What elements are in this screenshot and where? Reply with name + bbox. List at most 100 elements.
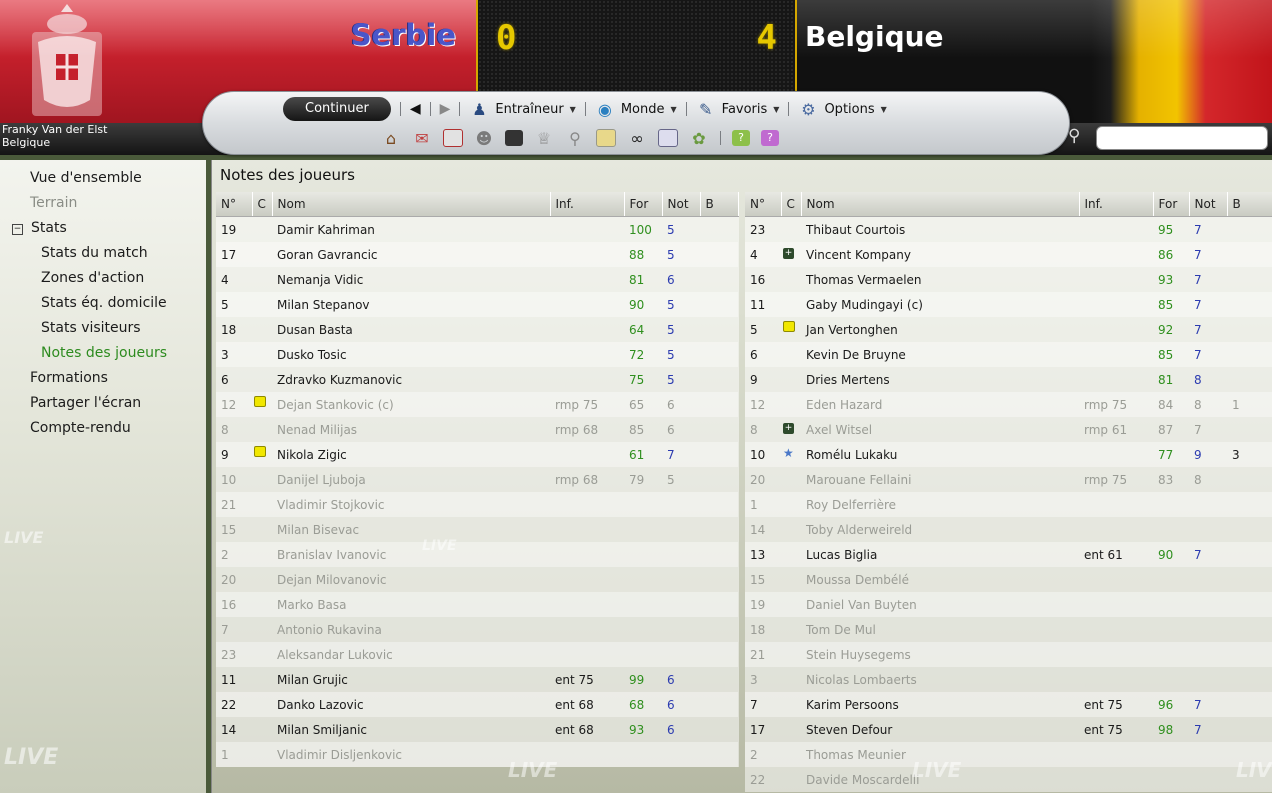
table-row[interactable]: 17 Steven Defour ent 75 98 7: [745, 717, 1272, 742]
table-row[interactable]: 10 Danijel Ljuboja rmp 68 79 5: [216, 467, 738, 492]
table-row[interactable]: 17 Goran Gavrancic 88 5: [216, 242, 738, 267]
table-row[interactable]: 2 Thomas Meunier: [745, 742, 1272, 767]
table-row[interactable]: 5 Jan Vertonghen 92 7: [745, 317, 1272, 342]
table-row[interactable]: 15 Moussa Dembélé: [745, 567, 1272, 592]
table-row[interactable]: 11 Gaby Mudingayi (c) 85 7: [745, 292, 1272, 317]
column-header[interactable]: Nom: [272, 192, 551, 217]
table-row[interactable]: 19 Damir Kahriman 100 5: [216, 217, 738, 243]
report-icon[interactable]: [658, 129, 678, 147]
sidebar-item-zones-d-action[interactable]: Zones d'action: [0, 266, 206, 291]
table-row[interactable]: 16 Marko Basa: [216, 592, 738, 617]
table-row[interactable]: 15 Milan Bisevac: [216, 517, 738, 542]
clipboard-icon[interactable]: [596, 129, 616, 147]
table-row[interactable]: 6 Kevin De Bruyne 85 7: [745, 342, 1272, 367]
sidebar-item-formations[interactable]: Formations: [0, 366, 206, 391]
squad-icon[interactable]: ☻: [474, 128, 494, 148]
column-header[interactable]: B: [700, 192, 739, 217]
table-row[interactable]: 20 Dejan Milovanovic: [216, 567, 738, 592]
binoculars-icon[interactable]: ∞: [627, 128, 647, 148]
sidebar-item-stats-visiteurs[interactable]: Stats visiteurs: [0, 316, 206, 341]
table-row[interactable]: 9 Dries Mertens 81 8: [745, 367, 1272, 392]
column-header[interactable]: Not: [662, 192, 701, 217]
table-row[interactable]: 13 Lucas Biglia ent 61 90 7: [745, 542, 1272, 567]
table-row[interactable]: 3 Dusko Tosic 72 5: [216, 342, 738, 367]
column-header[interactable]: B: [1227, 192, 1272, 217]
column-header[interactable]: For: [1153, 192, 1190, 217]
table-row[interactable]: 4 Nemanja Vidic 81 6: [216, 267, 738, 292]
table-row[interactable]: 5 Milan Stepanov 90 5: [216, 292, 738, 317]
table-row[interactable]: 20 Marouane Fellaini rmp 75 83 8: [745, 467, 1272, 492]
table-row[interactable]: 2 Branislav Ivanovic: [216, 542, 738, 567]
search-input[interactable]: [1096, 126, 1268, 150]
tactics-icon[interactable]: [505, 130, 523, 146]
collapse-icon[interactable]: −: [12, 224, 23, 235]
table-row[interactable]: 8 + Axel Witsel rmp 61 87 7: [745, 417, 1272, 442]
column-header[interactable]: Not: [1189, 192, 1228, 217]
table-row[interactable]: 12 Dejan Stankovic (c) rmp 75 65 6: [216, 392, 738, 417]
table-row[interactable]: 23 Thibaut Courtois 95 7: [745, 217, 1272, 243]
player-info: [550, 317, 624, 342]
table-row[interactable]: 18 Dusan Basta 64 5: [216, 317, 738, 342]
table-row[interactable]: 21 Stein Huysegems: [745, 642, 1272, 667]
table-row[interactable]: 4 + Vincent Kompany 86 7: [745, 242, 1272, 267]
table-row[interactable]: 7 Karim Persoons ent 75 96 7: [745, 692, 1272, 717]
player-info: [550, 542, 624, 567]
table-row[interactable]: 1 Roy Delferrière: [745, 492, 1272, 517]
column-header[interactable]: C: [781, 192, 802, 217]
sidebar-item-compte-rendu[interactable]: Compte-rendu: [0, 416, 206, 441]
table-row[interactable]: 11 Milan Grujic ent 75 99 6: [216, 667, 738, 692]
table-row[interactable]: 12 Eden Hazard rmp 75 84 8 1: [745, 392, 1272, 417]
table-row[interactable]: 6 Zdravko Kuzmanovic 75 5: [216, 367, 738, 392]
table-row[interactable]: 8 Nenad Milijas rmp 68 85 6: [216, 417, 738, 442]
scouting-icon[interactable]: ⚲: [565, 128, 585, 148]
sidebar-item-partager-l-cran[interactable]: Partager l'écran: [0, 391, 206, 416]
column-header[interactable]: N°: [216, 192, 253, 217]
table-row[interactable]: 21 Vladimir Stojkovic: [216, 492, 738, 517]
column-header[interactable]: N°: [745, 192, 782, 217]
column-header[interactable]: Inf.: [550, 192, 625, 217]
table-row[interactable]: 19 Daniel Van Buyten: [745, 592, 1272, 617]
table-row[interactable]: 22 Danko Lazovic ent 68 68 6: [216, 692, 738, 717]
table-row[interactable]: 23 Aleksandar Lukovic: [216, 642, 738, 667]
world-icon[interactable]: ✿: [689, 128, 709, 148]
about-icon[interactable]: ?: [761, 130, 779, 146]
world-menu[interactable]: ◉ Monde ▼: [595, 99, 677, 119]
table-row[interactable]: 7 Antonio Rukavina: [216, 617, 738, 642]
sidebar-item-stats-q-domicile[interactable]: Stats éq. domicile: [0, 291, 206, 316]
manager-team: Belgique: [2, 136, 51, 149]
continue-button[interactable]: Continuer: [283, 97, 391, 121]
search-icon[interactable]: ⚲: [1068, 126, 1080, 146]
player-rating: 7: [662, 442, 700, 467]
table-row[interactable]: 14 Toby Alderweireld: [745, 517, 1272, 542]
back-arrow-icon[interactable]: ◀: [410, 101, 421, 117]
column-header[interactable]: C: [252, 192, 273, 217]
table-row[interactable]: 18 Tom De Mul: [745, 617, 1272, 642]
sidebar-item-stats-du-match[interactable]: Stats du match: [0, 241, 206, 266]
coach-menu[interactable]: ♟ Entraîneur ▼: [469, 99, 576, 119]
sidebar-item-label: Formations: [30, 370, 108, 386]
column-header[interactable]: Inf.: [1079, 192, 1154, 217]
table-row[interactable]: 10 ★ Romélu Lukaku 77 9 3: [745, 442, 1272, 467]
options-menu[interactable]: ⚙ Options ▼: [798, 99, 887, 119]
help-icon[interactable]: ?: [732, 130, 750, 146]
inbox-icon[interactable]: ✉: [412, 128, 432, 148]
table-row[interactable]: 16 Thomas Vermaelen 93 7: [745, 267, 1272, 292]
sidebar-item-vue-d-ensemble[interactable]: Vue d'ensemble: [0, 166, 206, 191]
trophy-icon[interactable]: ♕: [534, 128, 554, 148]
table-row[interactable]: 22 Davide Moscardelli: [745, 767, 1272, 792]
sidebar-item-stats[interactable]: − Stats: [0, 216, 206, 241]
table-row[interactable]: 1 Vladimir Disljenkovic: [216, 742, 738, 767]
table-row[interactable]: 9 Nikola Zigic 61 7: [216, 442, 738, 467]
table-row[interactable]: 14 Milan Smiljanic ent 68 93 6: [216, 717, 738, 742]
player-rating: 5: [667, 222, 675, 237]
column-header[interactable]: Nom: [801, 192, 1080, 217]
column-header[interactable]: For: [624, 192, 663, 217]
player-name: Jan Vertonghen: [806, 322, 898, 337]
table-row[interactable]: 3 Nicolas Lombaerts: [745, 667, 1272, 692]
forward-arrow-icon[interactable]: ▶: [440, 101, 451, 117]
calendar-icon[interactable]: [443, 129, 463, 147]
favorites-menu[interactable]: ✎ Favoris ▼: [696, 99, 780, 119]
home-icon[interactable]: ⌂: [381, 128, 401, 148]
sidebar-item-notes-des-joueurs[interactable]: Notes des joueurs: [0, 341, 206, 366]
player-goals: [700, 417, 738, 442]
